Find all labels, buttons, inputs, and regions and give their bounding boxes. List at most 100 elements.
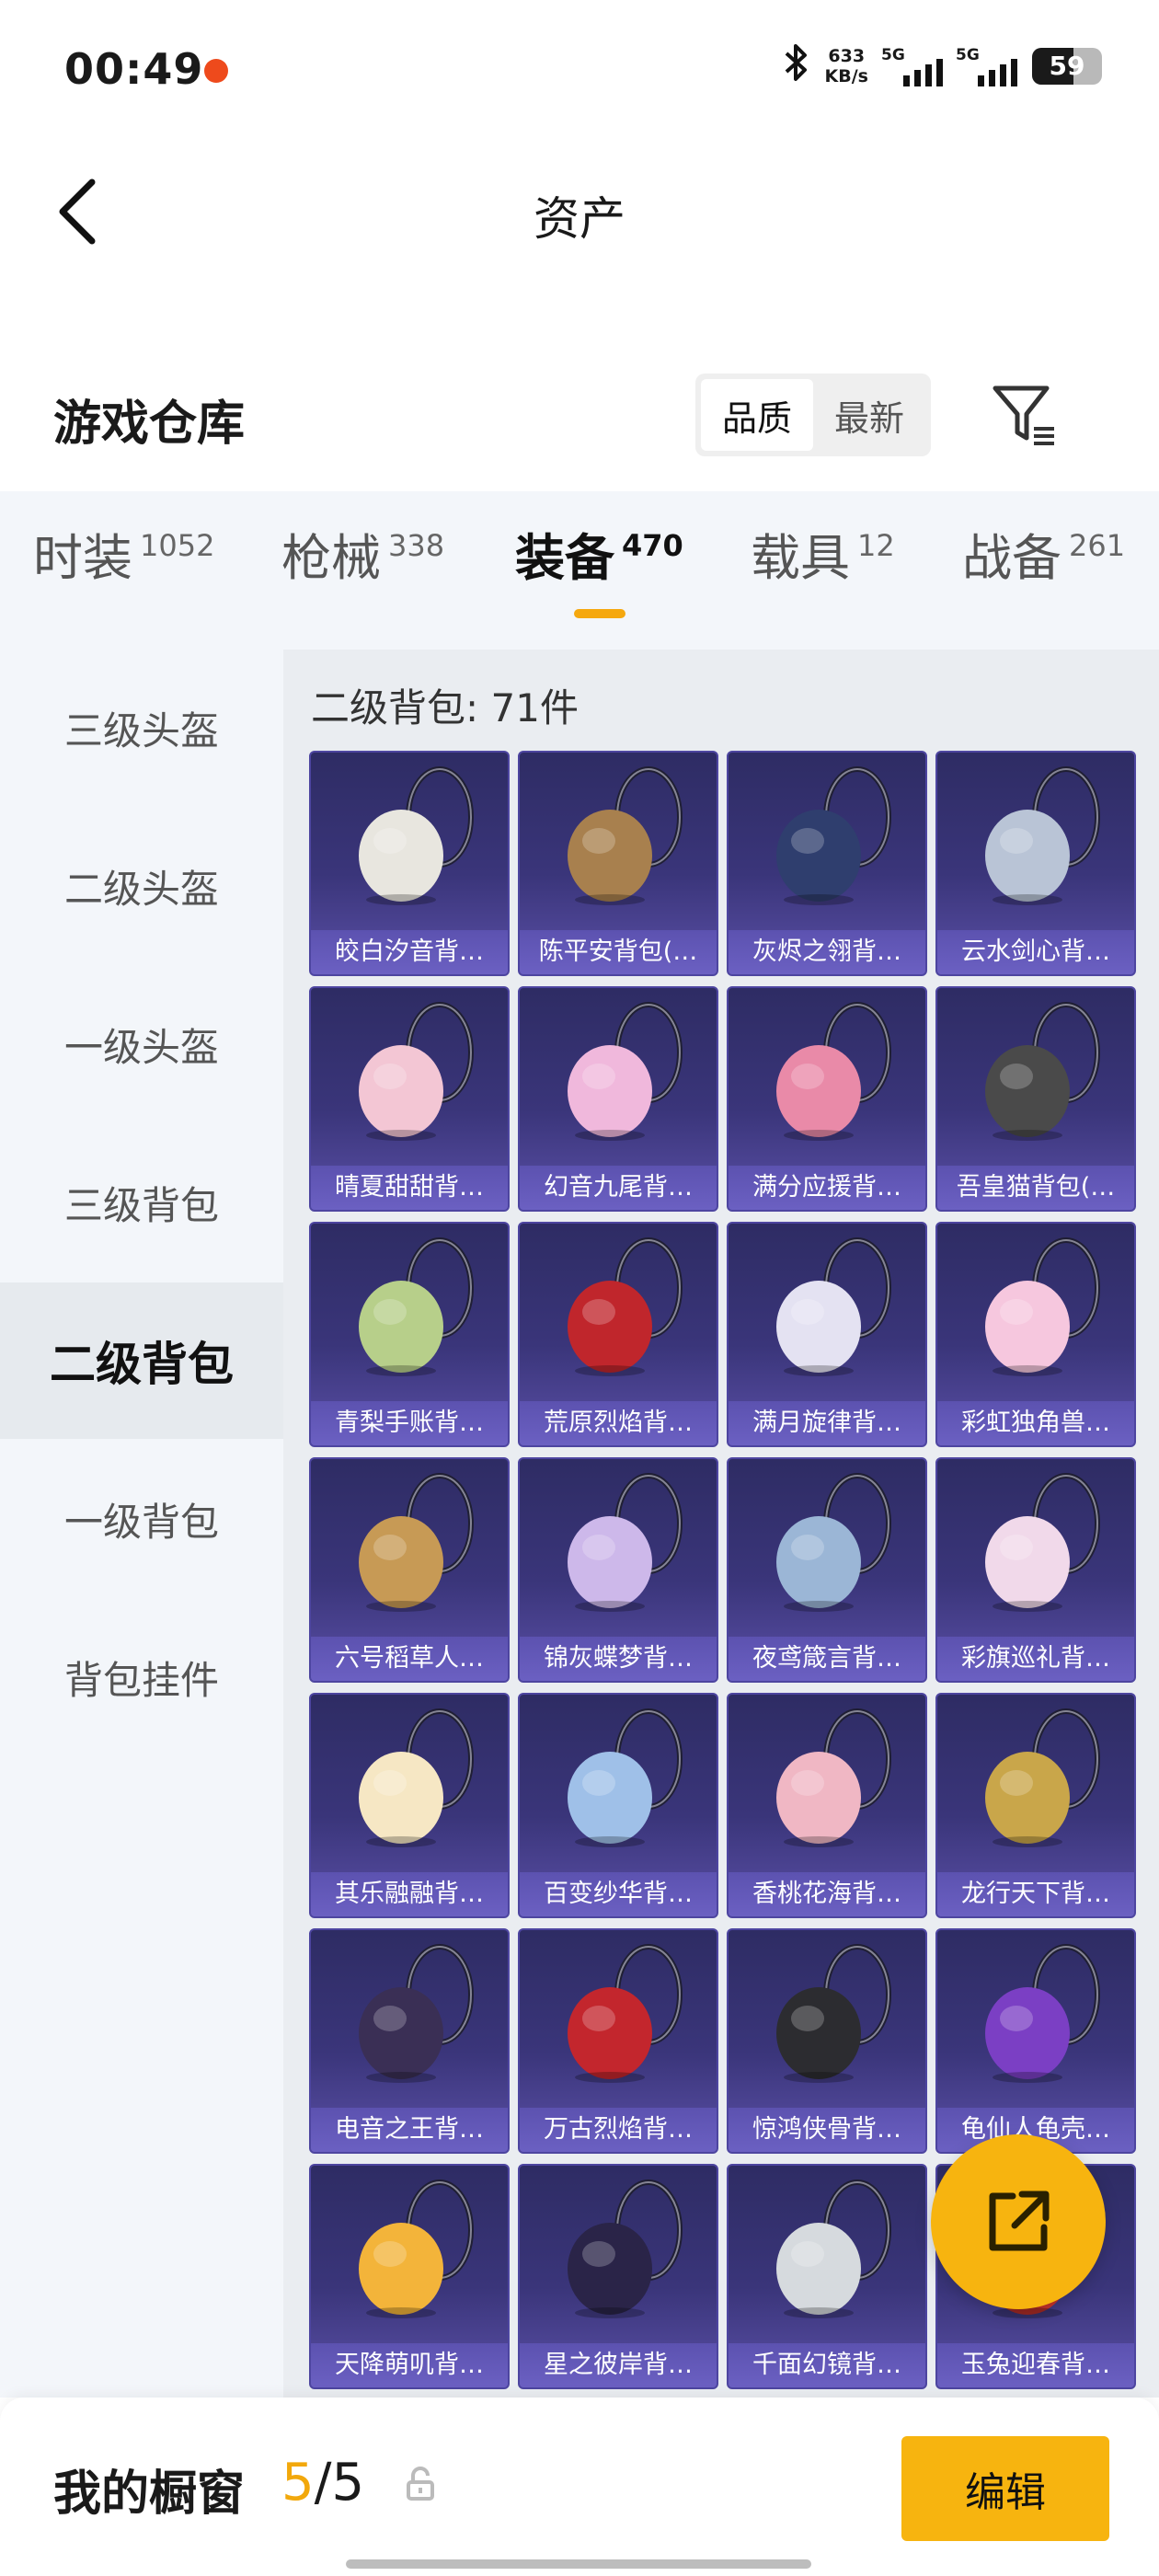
item-card[interactable]: 灰烬之翎背… xyxy=(727,751,927,976)
tab-vehicles[interactable]: 载具 12 xyxy=(751,528,895,583)
backpack-image xyxy=(568,1473,683,1612)
item-card[interactable]: 彩旗巡礼背… xyxy=(935,1457,1136,1683)
item-card[interactable]: 百变纱华背… xyxy=(518,1693,718,1918)
backpack-image xyxy=(985,1708,1100,1847)
backpack-image xyxy=(359,1473,474,1612)
share-button[interactable] xyxy=(931,2134,1106,2309)
item-card[interactable]: 幻音九尾背… xyxy=(518,986,718,1212)
item-card[interactable]: 满分应援背… xyxy=(727,986,927,1212)
tab-label: 战备 xyxy=(962,529,1061,587)
item-card-label: 玉兔迎春背… xyxy=(937,2343,1134,2387)
showcase-count-current: 5 xyxy=(281,2453,315,2513)
share-icon xyxy=(989,2191,1050,2251)
item-card-label: 夜鸢箴言背… xyxy=(729,1637,925,1681)
backpack-image xyxy=(985,1473,1100,1612)
item-card[interactable]: 彩虹独角兽… xyxy=(935,1222,1136,1447)
item-card-label: 满月旋律背… xyxy=(729,1401,925,1445)
backpack-image xyxy=(776,2179,891,2318)
sort-toggle: 品质 最新 xyxy=(695,374,931,456)
item-card-label: 其乐融融背… xyxy=(311,1872,508,1916)
item-card-label: 龙行天下背… xyxy=(937,1872,1134,1916)
item-card[interactable]: 晴夏甜甜背… xyxy=(309,986,510,1212)
item-card[interactable]: 千面幻镜背… xyxy=(727,2164,927,2389)
tab-label: 装备 xyxy=(515,529,614,587)
sidebar-item-level3-backpack[interactable]: 三级背包 xyxy=(0,1124,283,1281)
filter-icon[interactable] xyxy=(988,381,1058,451)
item-card[interactable]: 其乐融融背… xyxy=(309,1693,510,1918)
backpack-image xyxy=(985,1237,1100,1376)
backpack-image xyxy=(568,1708,683,1847)
backpack-image xyxy=(776,1237,891,1376)
item-card-label: 皎白汐音背… xyxy=(311,930,508,974)
item-card[interactable]: 青梨手账背… xyxy=(309,1222,510,1447)
backpack-image xyxy=(776,766,891,905)
network-speed-value: 633 xyxy=(828,45,866,66)
sort-option-latest[interactable]: 最新 xyxy=(813,379,925,451)
sidebar-item-backpack-charm[interactable]: 背包挂件 xyxy=(0,1599,283,1755)
signal-1-label: 5G xyxy=(881,45,905,64)
item-card[interactable]: 龟仙人龟壳… xyxy=(935,1928,1136,2154)
sidebar-item-level2-backpack[interactable]: 二级背包 xyxy=(0,1282,283,1439)
tab-firearms[interactable]: 枪械 338 xyxy=(281,528,444,583)
item-card-label: 百变纱华背… xyxy=(520,1872,717,1916)
item-card[interactable]: 满月旋律背… xyxy=(727,1222,927,1447)
backpack-image xyxy=(776,1944,891,2083)
item-card-label: 天降萌叽背… xyxy=(311,2343,508,2387)
item-card-label: 六号稻草人… xyxy=(311,1637,508,1681)
item-card-label: 万古烈焰背… xyxy=(520,2108,717,2152)
backpack-image xyxy=(985,766,1100,905)
backpack-image xyxy=(359,1708,474,1847)
backpack-image xyxy=(359,1002,474,1141)
item-card-label: 彩旗巡礼背… xyxy=(937,1637,1134,1681)
tab-count: 261 xyxy=(1069,528,1126,563)
item-card[interactable]: 惊鸿侠骨背… xyxy=(727,1928,927,2154)
showcase-label: 我的橱窗 xyxy=(53,2467,246,2522)
sidebar-item-level1-backpack[interactable]: 一级背包 xyxy=(0,1441,283,1597)
item-card-label: 云水剑心背… xyxy=(937,930,1134,974)
sidebar-item-level1-helmet[interactable]: 一级头盔 xyxy=(0,966,283,1122)
item-card-label: 吾皇猫背包(… xyxy=(937,1166,1134,1210)
item-card[interactable]: 龙行天下背… xyxy=(935,1693,1136,1918)
header: 资产 xyxy=(0,156,1159,267)
item-card-label: 幻音九尾背… xyxy=(520,1166,717,1210)
item-card[interactable]: 云水剑心背… xyxy=(935,751,1136,976)
tab-combat-gear[interactable]: 战备 261 xyxy=(962,528,1125,587)
item-card[interactable]: 荒原烈焰背… xyxy=(518,1222,718,1447)
item-card-label: 锦灰蝶梦背… xyxy=(520,1637,717,1681)
item-card[interactable]: 夜鸢箴言背… xyxy=(727,1457,927,1683)
item-card[interactable]: 六号稻草人… xyxy=(309,1457,510,1683)
backpack-image xyxy=(776,1473,891,1612)
item-card[interactable]: 香桃花海背… xyxy=(727,1693,927,1918)
item-card[interactable]: 电音之王背… xyxy=(309,1928,510,2154)
item-card[interactable]: 天降萌叽背… xyxy=(309,2164,510,2389)
network-speed-unit: KB/s xyxy=(824,65,868,86)
backpack-image xyxy=(568,1002,683,1141)
item-card[interactable]: 陈平安背包(… xyxy=(518,751,718,976)
item-card-label: 香桃花海背… xyxy=(729,1872,925,1916)
item-card[interactable]: 万古烈焰背… xyxy=(518,1928,718,2154)
sidebar-item-level2-helmet[interactable]: 二级头盔 xyxy=(0,808,283,964)
item-card[interactable]: 吾皇猫背包(… xyxy=(935,986,1136,1212)
active-tab-indicator xyxy=(574,609,625,618)
tab-fashion[interactable]: 时装 1052 xyxy=(33,528,214,583)
backpack-image xyxy=(359,1944,474,2083)
item-card-label: 陈平安背包(… xyxy=(520,930,717,974)
item-card[interactable]: 星之彼岸背… xyxy=(518,2164,718,2389)
edit-button[interactable]: 编辑 xyxy=(901,2436,1109,2541)
network-speed: 633 KB/s xyxy=(825,46,868,86)
showcase-count-total: /5 xyxy=(314,2453,365,2513)
tab-count: 1052 xyxy=(140,528,215,563)
bluetooth-icon xyxy=(783,42,810,89)
item-card-label: 星之彼岸背… xyxy=(520,2343,717,2387)
showcase-bar: 我的橱窗 5/5 编辑 xyxy=(0,2398,1159,2576)
category-tabs: 时装 1052 枪械 338 装备 470 载具 12 战备 261 xyxy=(0,491,1159,650)
item-card[interactable]: 皎白汐音背… xyxy=(309,751,510,976)
sidebar-item-level3-helmet[interactable]: 三级头盔 xyxy=(0,650,283,806)
tab-count: 470 xyxy=(622,528,683,563)
item-card[interactable]: 锦灰蝶梦背… xyxy=(518,1457,718,1683)
sort-option-quality[interactable]: 品质 xyxy=(701,379,813,451)
backpack-image xyxy=(359,2179,474,2318)
item-card-label: 电音之王背… xyxy=(311,2108,508,2152)
tab-equipment[interactable]: 装备 470 xyxy=(515,528,683,587)
backpack-image xyxy=(568,2179,683,2318)
